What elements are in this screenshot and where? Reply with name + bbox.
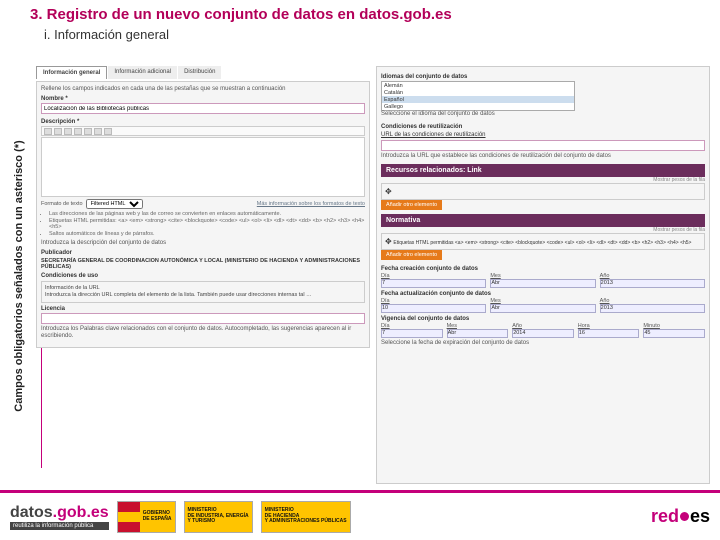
add-normativa-button[interactable]: Añadir otro elemento <box>381 250 442 260</box>
dia-select[interactable]: 10 <box>381 304 486 313</box>
normativa-text: Etiquetas HTML permitidas <a> <em> <stro… <box>393 240 691 246</box>
nombre-label: Nombre * <box>41 96 365 102</box>
licencia-hint: Introduzca los Palabras clave relacionad… <box>41 326 365 340</box>
cond-url-label: URL de las condiciones de reutilización <box>381 132 705 138</box>
drag-icon[interactable]: ✥ <box>385 187 392 196</box>
idiomas-hint: Seleccione el idioma del conjunto de dat… <box>381 111 705 118</box>
dia-select[interactable]: 7 <box>381 329 443 338</box>
mes-select[interactable]: Abr <box>490 304 595 313</box>
link-icon[interactable] <box>74 128 82 135</box>
min-select[interactable]: 45 <box>643 329 705 338</box>
format-more-link[interactable]: Más información sobre los formatos de te… <box>257 201 365 207</box>
editor-toolbar[interactable] <box>41 126 365 136</box>
hora-select[interactable]: 16 <box>578 329 640 338</box>
publicador-value: SECRETARÍA GENERAL DE COORDINACION AUTON… <box>41 258 365 270</box>
descripcion-label: Descripción * <box>41 119 365 125</box>
tab-distribucion[interactable]: Distribución <box>178 66 221 79</box>
right-panel: Idiomas del conjunto de datos Alemán Cat… <box>376 66 710 484</box>
anio-select[interactable]: 2014 <box>512 329 574 338</box>
code-icon[interactable] <box>104 128 112 135</box>
tab-info-general[interactable]: Información general <box>36 66 107 79</box>
cond-reuse-label: Condiciones de reutilización <box>381 124 705 130</box>
anio-select[interactable]: 2013 <box>600 304 705 313</box>
form-panel: Rellene los campos indicados en cada una… <box>36 81 370 348</box>
condiciones-label: Condiciones de uso <box>41 273 365 279</box>
publicador-label: Publicador <box>41 250 365 256</box>
tabs: Información general Información adiciona… <box>36 66 370 79</box>
anio-select[interactable]: 2013 <box>600 279 705 288</box>
cond-url-input[interactable] <box>381 140 705 151</box>
drag-icon[interactable]: ✥ <box>385 237 392 246</box>
format-label: Formato de texto <box>41 201 83 207</box>
datos-gob-logo: datos.gob.es reutiliza la información pú… <box>10 504 109 530</box>
right-column: Idiomas del conjunto de datos Alemán Cat… <box>376 66 710 484</box>
recursos-body: ✥ <box>381 183 705 200</box>
red-es-logo: redes <box>651 506 710 527</box>
descripcion-textarea[interactable] <box>41 137 365 197</box>
italic-icon[interactable] <box>54 128 62 135</box>
image-icon[interactable] <box>84 128 92 135</box>
normativa-body: ✥ Etiquetas HTML permitidas <a> <em> <st… <box>381 233 705 250</box>
mes-select[interactable]: Abr <box>447 329 509 338</box>
gobierno-logo: GOBIERNODE ESPAÑA <box>117 501 176 533</box>
tab-info-adicional[interactable]: Información adicional <box>108 66 177 79</box>
cond-url-hint: Introduzca la URL que establece las cond… <box>381 153 705 160</box>
add-recurso-button[interactable]: Añadir otro elemento <box>381 200 442 210</box>
footer: datos.gob.es reutiliza la información pú… <box>0 490 720 540</box>
recursos-header: Recursos relacionados: Link <box>381 164 705 177</box>
mes-select[interactable]: Abr <box>490 279 595 288</box>
bold-icon[interactable] <box>44 128 52 135</box>
fecha-actualizacion-label: Fecha actualización conjunto de datos <box>381 291 705 297</box>
mes-label: Mes <box>490 273 500 279</box>
form-hint: Rellene los campos indicados en cada una… <box>41 86 365 93</box>
fecha-creacion-label: Fecha creación conjunto de datos <box>381 266 705 272</box>
ministerio-industria-logo: MINISTERIODE INDUSTRIA, ENERGÍAY TURISMO <box>184 501 253 533</box>
nombre-input[interactable] <box>41 103 365 114</box>
vigencia-label: Vigencia del conjunto de datos <box>381 316 705 322</box>
vigencia-row: Día7 MesAbr Año2014 Hora16 Minuto45 <box>381 323 705 338</box>
descripcion-hint: Introduzca la descripción del conjunto d… <box>41 240 365 247</box>
page-subtitle: i. Información general <box>0 25 720 48</box>
url-box: Información de la URL Introduzca la dire… <box>41 281 365 303</box>
idiomas-select[interactable]: Alemán Catalán Español Gallego <box>381 81 575 111</box>
anio-label: Año <box>600 273 610 279</box>
page-title: 3. Registro de un nuevo conjunto de dato… <box>0 0 720 25</box>
idiomas-label: Idiomas del conjunto de datos <box>381 74 705 80</box>
licencia-input[interactable] <box>41 313 365 324</box>
format-tips: Las direcciones de las páginas web y las… <box>41 211 365 237</box>
sidebar-note: Campos obligatorios señalados con un ast… <box>4 70 24 480</box>
list-icon[interactable] <box>64 128 72 135</box>
licencia-label: Licencia <box>41 306 365 312</box>
ministerio-hacienda-logo: MINISTERIODE HACIENDAY ADMINISTRACIONES … <box>261 501 351 533</box>
dia-label: Día <box>381 273 390 279</box>
fecha-actualizacion-row: Día10 MesAbr Año2013 <box>381 298 705 313</box>
quote-icon[interactable] <box>94 128 102 135</box>
fecha-creacion-row: Día7 MesAbr Año2013 <box>381 273 705 288</box>
normativa-header: Normativa <box>381 214 705 227</box>
dia-select[interactable]: 7 <box>381 279 486 288</box>
vigencia-hint: Seleccione la fecha de expiración del co… <box>381 340 705 347</box>
format-select[interactable]: Filtered HTML <box>86 199 143 209</box>
left-column: Información general Información adiciona… <box>36 66 370 484</box>
